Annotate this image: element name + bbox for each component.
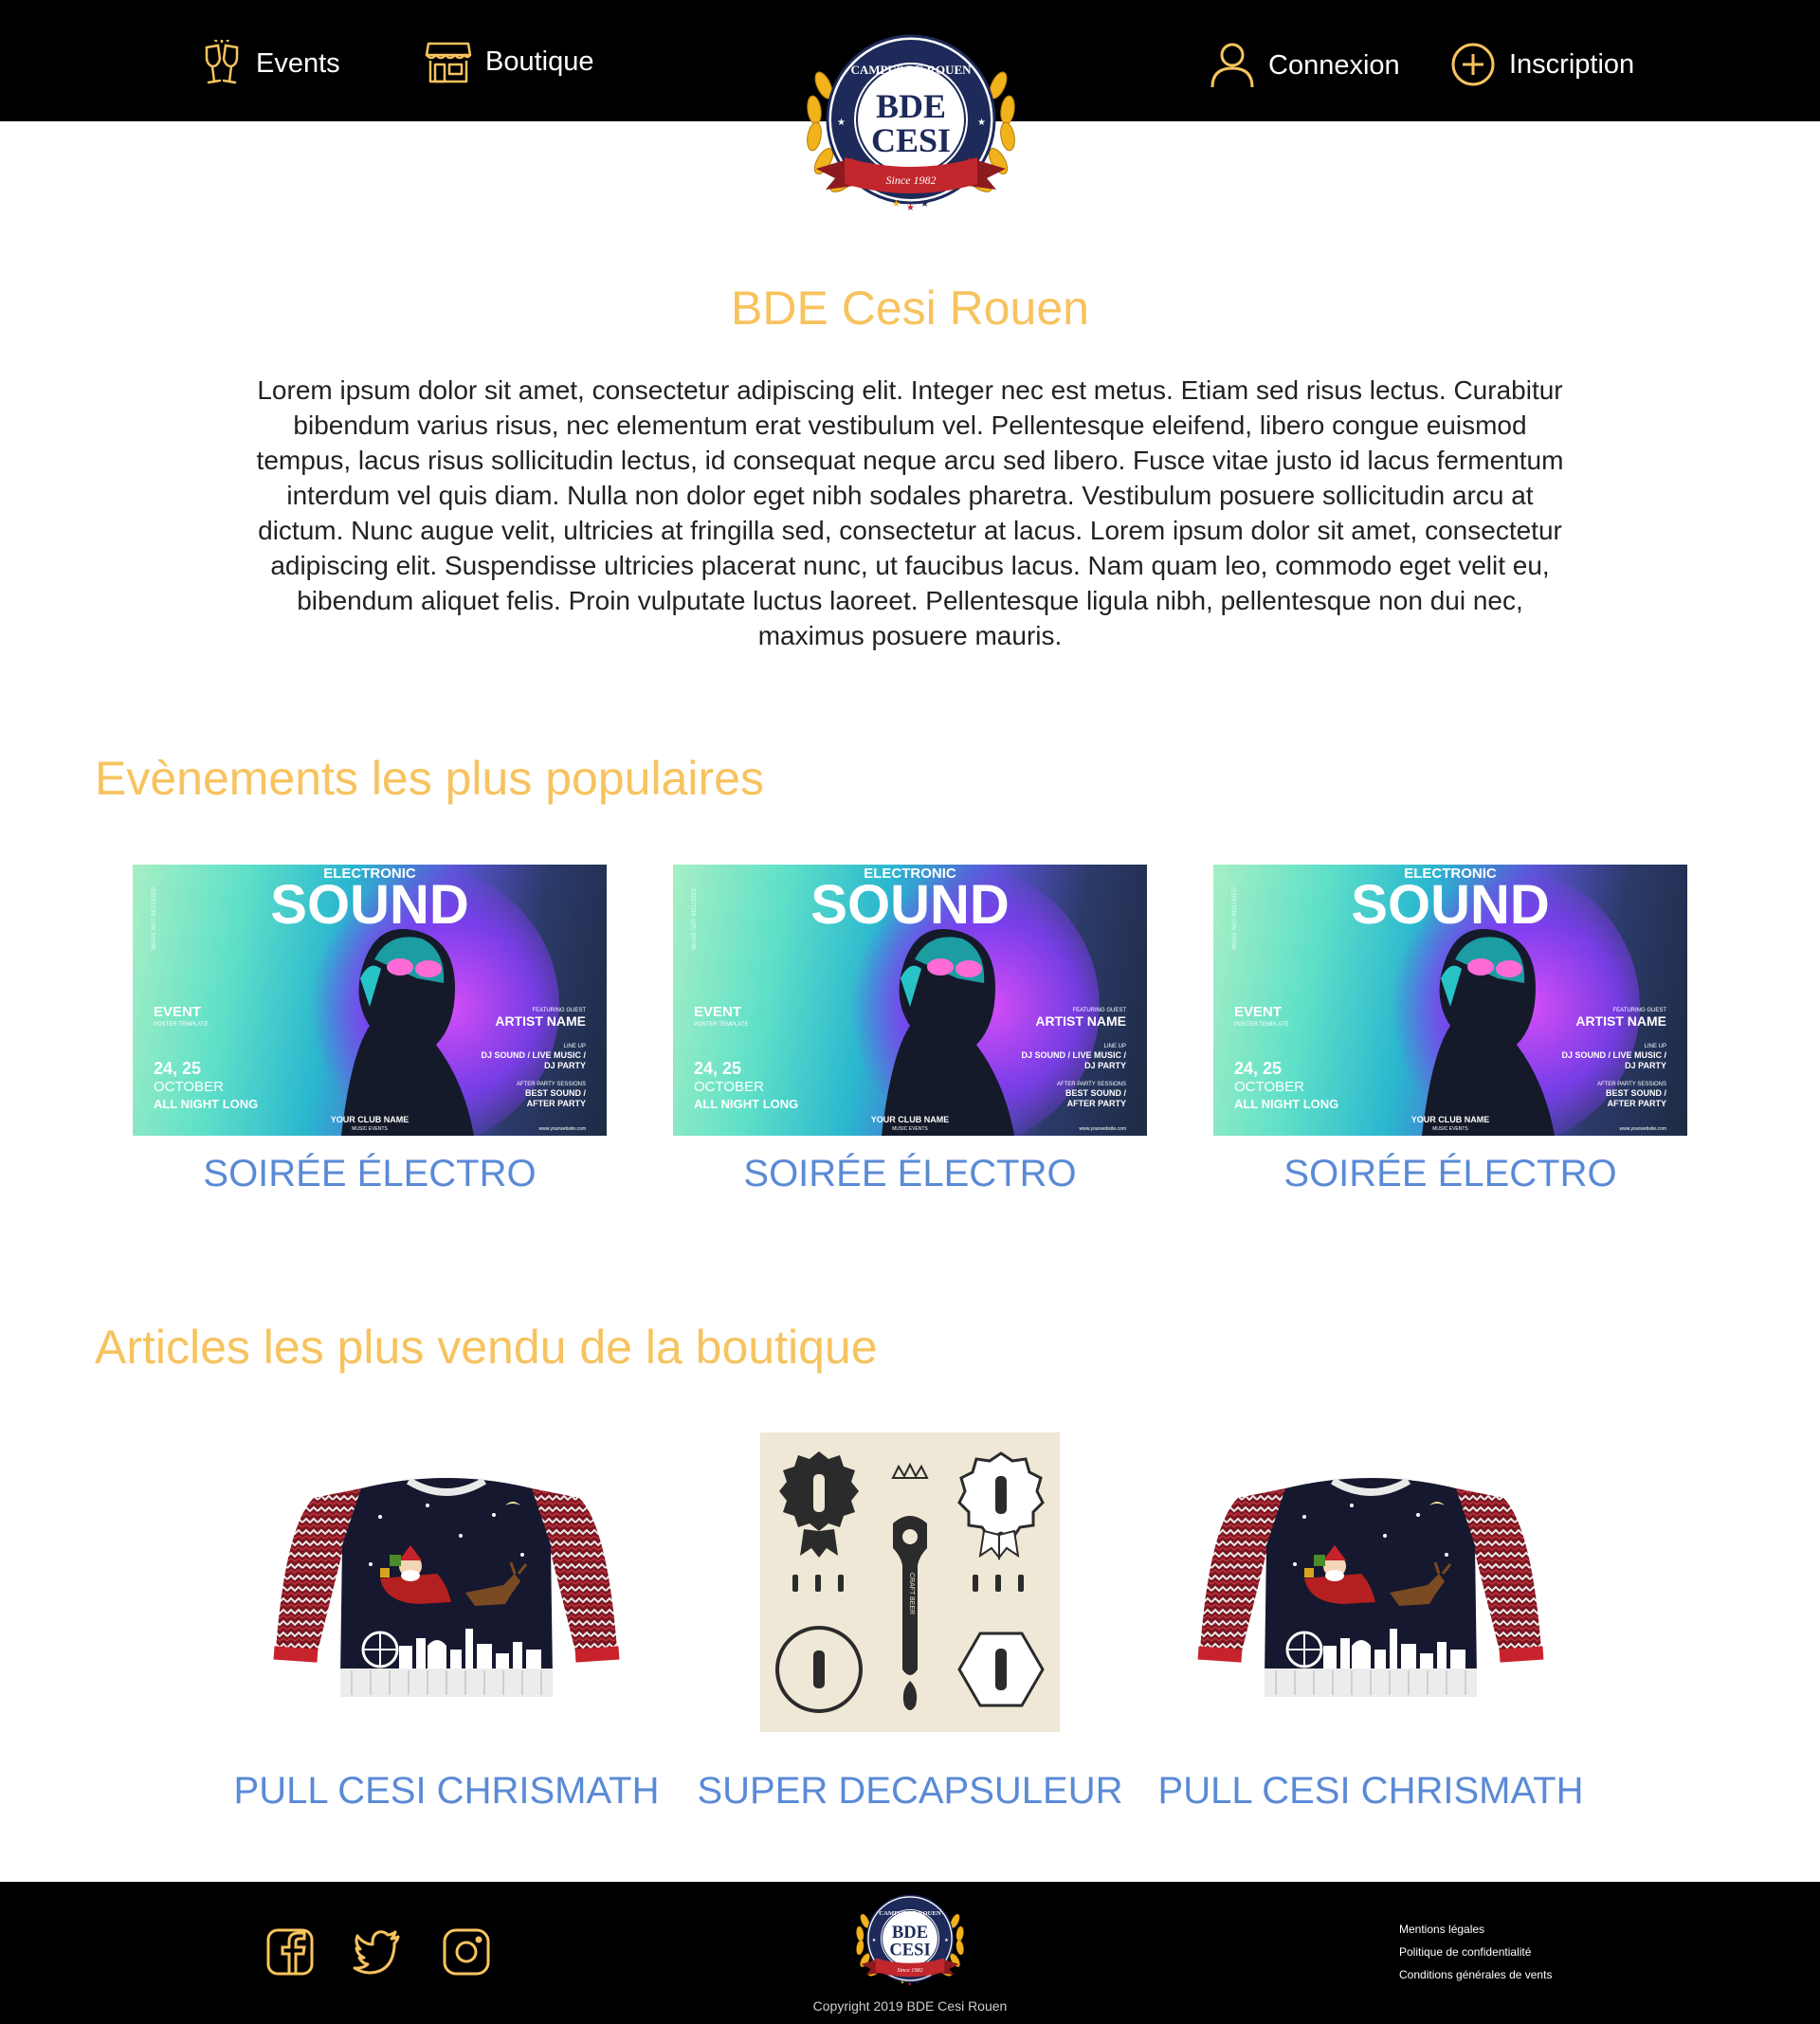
event-title-3[interactable]: SOIRÉE ÉLECTRO [1213,1153,1687,1195]
christmas-sweater-image[interactable] [257,1460,636,1706]
poster-event-label: EVENT [1234,1004,1282,1020]
poster-event-label: EVENT [694,1004,741,1020]
footer-logo-ribbon: Since 1982 [897,1967,922,1974]
poster-after1: BEST SOUND / [1606,1088,1667,1098]
footer-link-mentions[interactable]: Mentions légales [1399,1923,1484,1936]
poster-after-label: AFTER PARTY SESSIONS [1597,1082,1666,1087]
poster-website: www.yourwebsite.com [539,1126,586,1132]
poster-date: 24, 25 [154,1059,201,1078]
nav-connexion-link[interactable]: Connexion [1210,42,1400,89]
poster-month: OCTOBER [1234,1079,1304,1095]
poster-club: YOUR CLUB NAME [871,1115,950,1124]
poster-after2: AFTER PARTY [1608,1099,1666,1108]
nav-events-label: Events [256,47,340,79]
poster-after-label: AFTER PARTY SESSIONS [517,1082,586,1087]
bde-cesi-logo[interactable]: CAMPUS DE ROUEN BDE CESI Since 1982 [794,27,1028,216]
plus-circle-icon [1450,42,1496,87]
shop-section-title: Articles les plus vendu de la boutique [95,1321,878,1374]
logo-line2: CESI [871,121,951,159]
logo-ribbon-text: Since 1982 [886,173,937,187]
poster-after2: AFTER PARTY [1067,1099,1126,1108]
event-title-2[interactable]: SOIRÉE ÉLECTRO [673,1153,1147,1195]
poster-headline: SOUND [810,874,1009,936]
poster-lineup: DJ SOUND / LIVE MUSIC / [481,1050,586,1060]
twitter-icon[interactable] [353,1927,402,1977]
poster-artist: ARTIST NAME [1035,1013,1126,1029]
footer-logo-line1: BDE [892,1923,928,1942]
poster-artist: ARTIST NAME [495,1013,586,1029]
event-poster-3[interactable]: ELECTRONIC SOUND IMAGE NOT INCLUDED EVEN… [1213,865,1687,1136]
product-title-2[interactable]: SUPER DECAPSULEUR [673,1770,1147,1813]
poster-date: 24, 25 [694,1059,741,1078]
poster-event-sub: POSTER TEMPLATE [154,1022,208,1028]
poster-after-label: AFTER PARTY SESSIONS [1057,1082,1126,1087]
opener-engraving: CRAFT BEER [908,1573,915,1614]
nav-inscription-link[interactable]: Inscription [1450,42,1634,87]
poster-headline: SOUND [1351,874,1549,936]
nav-boutique-label: Boutique [485,46,594,77]
events-section-title: Evènements les plus populaires [95,752,764,805]
nav-connexion-label: Connexion [1268,49,1400,81]
poster-website: www.yourwebsite.com [1080,1126,1126,1132]
champagne-glasses-icon [201,40,243,87]
poster-lineup2: DJ PARTY [544,1061,586,1070]
footer-logo[interactable]: CAMPUS DE ROUEN BDE CESI Since 1982 [851,1890,969,1989]
poster-event-sub: POSTER TEMPLATE [1234,1022,1288,1028]
nav-events-link[interactable]: Events [201,40,340,87]
footer-link-terms[interactable]: Conditions générales de vents [1399,1968,1552,1981]
nav-inscription-label: Inscription [1509,48,1635,80]
poster-event-sub: POSTER TEMPLATE [694,1022,748,1028]
poster-month: OCTOBER [154,1079,224,1095]
event-title-1[interactable]: SOIRÉE ÉLECTRO [133,1153,607,1195]
poster-after1: BEST SOUND / [525,1088,587,1098]
poster-lineup-label: LINE UP [1645,1044,1666,1049]
poster-club-sub: MUSIC EVENTS [1432,1126,1468,1132]
poster-lineup2: DJ PARTY [1625,1061,1666,1070]
poster-artist: ARTIST NAME [1575,1013,1666,1029]
nav-boutique-link[interactable]: Boutique [425,40,594,83]
poster-lineup2: DJ PARTY [1084,1061,1126,1070]
user-icon [1210,42,1255,89]
poster-month: OCTOBER [694,1079,764,1095]
event-poster-2[interactable]: ELECTRONIC SOUND IMAGE NOT INCLUDED EVEN… [673,865,1147,1136]
poster-night: ALL NIGHT LONG [694,1097,798,1111]
poster-club: YOUR CLUB NAME [1411,1115,1490,1124]
poster-lineup: DJ SOUND / LIVE MUSIC / [1561,1050,1666,1060]
poster-headline: SOUND [270,874,468,936]
poster-date: 24, 25 [1234,1059,1282,1078]
poster-side-note: IMAGE NOT INCLUDED [152,886,157,950]
poster-website: www.yourwebsite.com [1620,1126,1666,1132]
poster-lineup-label: LINE UP [1104,1044,1126,1049]
poster-club-sub: MUSIC EVENTS [892,1126,928,1132]
poster-night: ALL NIGHT LONG [1234,1097,1338,1111]
poster-event-label: EVENT [154,1004,201,1020]
product-title-1[interactable]: PULL CESI CHRISMATH [209,1770,683,1813]
poster-night: ALL NIGHT LONG [154,1097,258,1111]
bottle-opener-set-image[interactable]: CRAFT BEER [760,1432,1060,1732]
product-title-3[interactable]: PULL CESI CHRISMATH [1134,1770,1608,1813]
footer-logo-ring-text: CAMPUS DE ROUEN [879,1910,941,1917]
footer-link-privacy[interactable]: Politique de confidentialité [1399,1945,1531,1959]
facebook-icon[interactable] [265,1927,315,1977]
poster-side-note: IMAGE NOT INCLUDED [1232,886,1238,950]
intro-text: Lorem ipsum dolor sit amet, consectetur … [256,375,1564,650]
logo-line1: BDE [876,87,946,125]
poster-lineup: DJ SOUND / LIVE MUSIC / [1021,1050,1126,1060]
christmas-sweater-image[interactable] [1181,1460,1560,1706]
footer-logo-line2: CESI [889,1941,930,1960]
poster-club: YOUR CLUB NAME [331,1115,410,1124]
instagram-icon[interactable] [442,1927,491,1977]
poster-after2: AFTER PARTY [527,1099,586,1108]
page-title: BDE Cesi Rouen [731,282,1089,335]
poster-side-note: IMAGE NOT INCLUDED [692,886,698,950]
logo-ring-text: CAMPUS DE ROUEN [850,63,972,77]
copyright-text: Copyright 2019 BDE Cesi Rouen [812,1998,1008,2014]
poster-club-sub: MUSIC EVENTS [352,1126,388,1132]
event-poster-1[interactable]: ELECTRONIC SOUND IMAGE NOT INCLUDED EVEN… [133,865,607,1136]
store-icon [425,40,472,83]
poster-lineup-label: LINE UP [564,1044,586,1049]
poster-after1: BEST SOUND / [1065,1088,1127,1098]
